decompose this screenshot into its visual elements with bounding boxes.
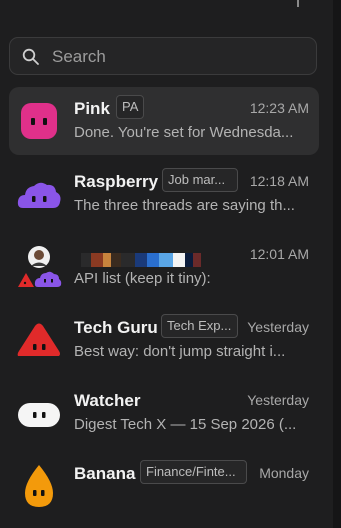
search-input[interactable] (50, 44, 314, 70)
conversation-time: 12:18 AM (249, 173, 309, 189)
search-icon (22, 48, 39, 65)
conversation-time: 12:23 AM (249, 100, 309, 116)
conversation-preview: The three threads are saying th... (74, 197, 295, 214)
conversation-name: Pink (74, 99, 110, 118)
conversation-time: Yesterday (247, 392, 309, 408)
conversation-name: Tech Guru (74, 318, 158, 337)
conversation-item-banana[interactable]: Banana Finance/Finte... Monday (9, 452, 319, 520)
conversation-tag: Finance/Finte... (140, 460, 247, 484)
pink-blob-icon (21, 103, 57, 139)
conversation-preview: Done. You're set for Wednesda... (74, 124, 294, 141)
conversation-item-raspberry[interactable]: Raspberry Job mar... 12:18 AM The three … (9, 160, 319, 228)
group-avatar-icon (18, 246, 62, 287)
conversation-item-tech-guru[interactable]: Tech Guru Tech Exp... Yesterday Best way… (9, 306, 319, 374)
conversation-time: 12:01 AM (249, 246, 309, 262)
conversation-time: Monday (259, 465, 309, 481)
orange-drop-icon (25, 465, 53, 507)
conversation-item-group[interactable]: 12:01 AM API list (keep it tiny): (9, 233, 319, 301)
conversation-preview: Digest Tech X — 15 Sep 2026 (... (74, 416, 297, 433)
window-divider (297, 0, 299, 7)
conversation-name: Raspberry (74, 172, 159, 191)
conversation-time: Yesterday (247, 319, 309, 335)
white-oval-icon (18, 403, 60, 427)
scrollbar-track[interactable] (333, 0, 341, 528)
conversation-tag: Job mar... (162, 168, 238, 192)
conversation-preview: API list (keep it tiny): (74, 270, 211, 287)
purple-cloud-icon (17, 182, 61, 208)
conversation-tag: Tech Exp... (161, 314, 238, 338)
conversation-preview: Best way: don't jump straight i... (74, 343, 286, 360)
search-box[interactable] (9, 37, 317, 75)
conversation-name: Watcher (74, 391, 141, 410)
conversation-item-watcher[interactable]: Watcher Yesterday Digest Tech X — 15 Sep… (9, 379, 319, 447)
conversation-name: Banana (74, 464, 136, 483)
conversation-item-pink[interactable]: Pink PA 12:23 AM Done. You're set for We… (9, 87, 319, 155)
redacted-name-block (81, 253, 201, 267)
conversation-tag: PA (116, 95, 145, 119)
red-triangle-icon (17, 323, 61, 356)
